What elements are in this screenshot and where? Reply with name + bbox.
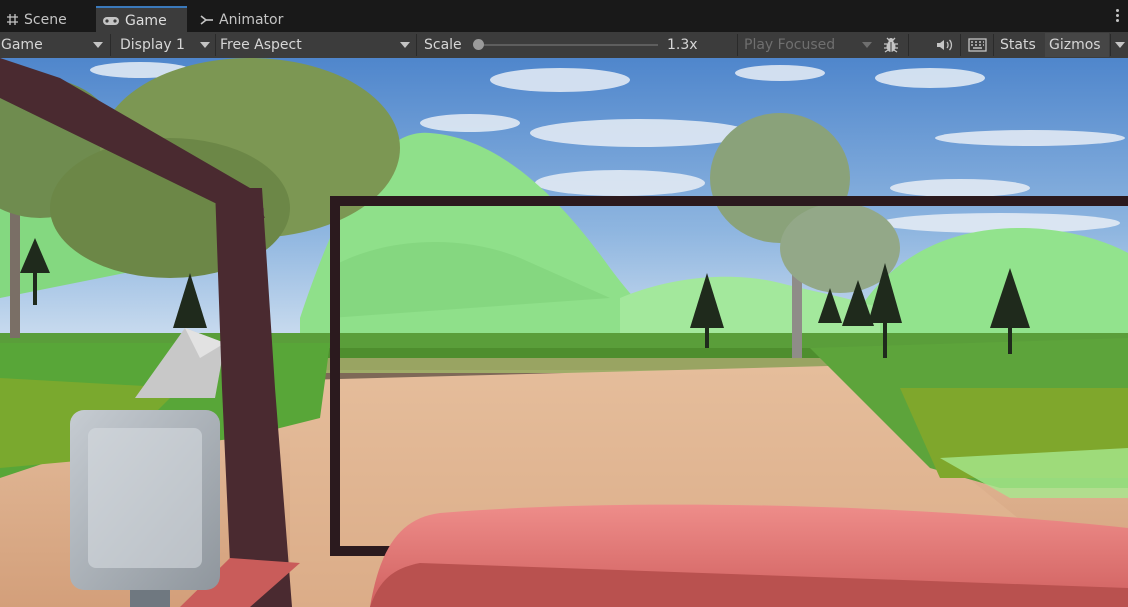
stats-button[interactable]: Stats: [1000, 32, 1036, 58]
gizmos-dropdown-icon[interactable]: [1115, 42, 1125, 48]
tab-scene[interactable]: Scene: [6, 7, 67, 32]
tab-animator[interactable]: Animator: [200, 7, 283, 32]
game-render: [0, 58, 1128, 607]
chevron-down-icon: [400, 42, 410, 48]
gizmos-button[interactable]: Gizmos: [1049, 32, 1101, 58]
divider: [110, 34, 111, 56]
audio-icon[interactable]: [936, 32, 954, 58]
keyboard-icon[interactable]: [968, 32, 987, 58]
chevron-down-icon: [200, 42, 210, 48]
view-select[interactable]: Game: [1, 32, 105, 58]
grid-icon: [6, 13, 19, 26]
divider: [416, 34, 417, 56]
gamepad-icon: [102, 15, 120, 27]
bug-icon[interactable]: [882, 32, 900, 58]
display-select[interactable]: Display 1: [120, 32, 212, 58]
more-menu-icon[interactable]: [1116, 9, 1120, 24]
divider: [1110, 34, 1111, 56]
window-tab-bar: Scene Game Animator: [0, 0, 1128, 33]
animator-icon: [200, 14, 214, 26]
scale-slider-track[interactable]: [478, 44, 658, 46]
aspect-select[interactable]: Free Aspect: [220, 32, 412, 58]
divider: [908, 34, 909, 56]
divider: [993, 34, 994, 56]
game-viewport[interactable]: [0, 58, 1128, 607]
scale-label: Scale: [424, 37, 462, 53]
tab-label: Scene: [24, 11, 67, 28]
divider: [215, 34, 216, 56]
aspect-select-label: Free Aspect: [220, 37, 302, 53]
scale-slider-handle[interactable]: [473, 39, 484, 50]
tab-game[interactable]: Game: [96, 6, 187, 33]
view-select-label: Game: [1, 37, 43, 53]
play-mode-select[interactable]: Play Focused: [744, 32, 874, 58]
chevron-down-icon: [862, 42, 872, 48]
tab-label: Animator: [219, 11, 284, 28]
play-mode-select-label: Play Focused: [744, 37, 836, 53]
divider: [737, 34, 738, 56]
chevron-down-icon: [93, 42, 103, 48]
tab-label: Game: [125, 12, 167, 29]
divider: [960, 34, 961, 56]
scale-value: 1.3x: [667, 37, 698, 53]
display-select-label: Display 1: [120, 37, 185, 53]
